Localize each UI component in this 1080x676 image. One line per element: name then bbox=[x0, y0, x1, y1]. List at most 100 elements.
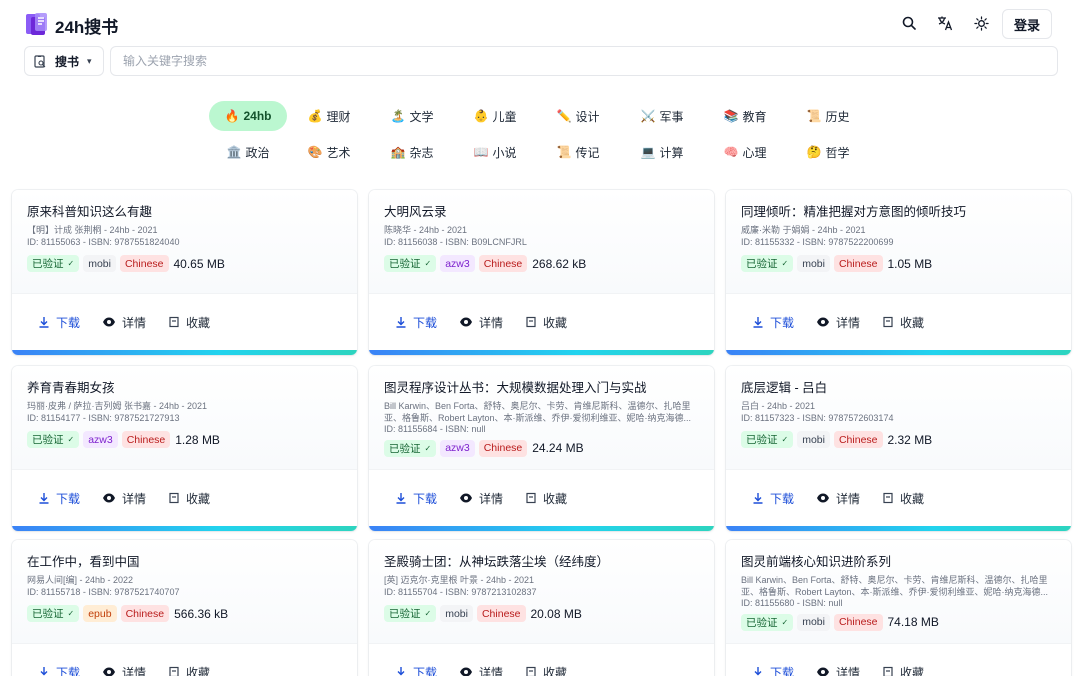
details-button[interactable]: 详情 bbox=[459, 314, 503, 331]
download-button[interactable]: 下载 bbox=[752, 490, 794, 507]
book-info: 养育青春期女孩 玛丽·皮弗 / 萨拉·吉列姆 张书嘉 - 24hb - 2021… bbox=[12, 366, 357, 469]
book-card[interactable]: 在工作中，看到中国 网易人间[编] - 24hb - 2022 ID: 8115… bbox=[12, 540, 357, 676]
card-actions: 下载 详情 收藏 bbox=[12, 469, 357, 526]
category-tab[interactable]: 🏛️ 政治 bbox=[209, 137, 287, 167]
category-tab[interactable]: ⚔️ 军事 bbox=[636, 101, 688, 131]
download-icon bbox=[395, 666, 407, 676]
format-badge: azw3 bbox=[440, 255, 475, 272]
check-icon: ✓ bbox=[424, 259, 432, 268]
category-emoji-icon: ✏️ bbox=[556, 109, 572, 123]
book-title[interactable]: 图灵前端核心知识进阶系列 bbox=[741, 554, 1056, 570]
check-icon: ✓ bbox=[67, 435, 75, 444]
category-tab[interactable]: 💰 理财 bbox=[303, 101, 355, 131]
brand-name[interactable]: 24h搜书 bbox=[55, 13, 118, 38]
search-type-select[interactable]: 搜书 ▾ bbox=[24, 46, 104, 76]
book-title[interactable]: 养育青春期女孩 bbox=[27, 380, 342, 396]
book-author-meta: Bill Karwin、Ben Forta、舒特、奥尼尔、卡劳、肯维尼斯科、温德… bbox=[384, 401, 692, 423]
download-button[interactable]: 下载 bbox=[38, 314, 80, 331]
download-button[interactable]: 下载 bbox=[395, 664, 437, 676]
download-button[interactable]: 下载 bbox=[38, 664, 80, 676]
details-button[interactable]: 详情 bbox=[102, 490, 146, 507]
details-button[interactable]: 详情 bbox=[102, 314, 146, 331]
file-size: 1.28 MB bbox=[175, 432, 220, 447]
book-id-meta: ID: 81155332 - ISBN: 9787522200699 bbox=[741, 236, 894, 247]
details-button[interactable]: 详情 bbox=[816, 664, 860, 676]
category-tab[interactable]: 📚 教育 bbox=[719, 101, 771, 131]
book-title[interactable]: 大明风云录 bbox=[384, 204, 699, 220]
category-tab[interactable]: 🏝️ 文学 bbox=[386, 101, 438, 131]
book-card[interactable]: 养育青春期女孩 玛丽·皮弗 / 萨拉·吉列姆 张书嘉 - 24hb - 2021… bbox=[12, 366, 357, 531]
book-title[interactable]: 图灵程序设计丛书：大规模数据处理入门与实战 bbox=[384, 380, 699, 396]
favorite-button[interactable]: 收藏 bbox=[525, 664, 567, 676]
book-card[interactable]: 图灵前端核心知识进阶系列 Bill Karwin、Ben Forta、舒特、奥尼… bbox=[726, 540, 1071, 676]
category-tab[interactable]: 📜 历史 bbox=[802, 101, 854, 131]
book-card[interactable]: 圣殿骑士团：从神坛跌落尘埃（经纬度） [英] 迈克尔·克里根 叶景 - 24hb… bbox=[369, 540, 714, 676]
download-icon bbox=[38, 316, 50, 328]
category-label: 设计 bbox=[575, 109, 600, 124]
category-tab[interactable]: ✏️ 设计 bbox=[552, 101, 604, 131]
download-button[interactable]: 下载 bbox=[752, 664, 794, 676]
book-card[interactable]: 底层逻辑 - 吕白 吕白 - 24hb - 2021 ID: 81157323 … bbox=[726, 366, 1071, 531]
category-tab[interactable]: 🔥 24hb bbox=[209, 101, 287, 131]
download-button[interactable]: 下载 bbox=[395, 490, 437, 507]
check-icon: ✓ bbox=[67, 609, 75, 618]
book-title[interactable]: 原来科普知识这么有趣 bbox=[27, 204, 342, 220]
details-button[interactable]: 详情 bbox=[816, 490, 860, 507]
favorite-button[interactable]: 收藏 bbox=[168, 664, 210, 676]
book-tags: 已验证 ✓ epub Chinese 566.36 kB bbox=[27, 605, 342, 622]
favorite-button[interactable]: 收藏 bbox=[168, 314, 210, 331]
book-card[interactable]: 图灵程序设计丛书：大规模数据处理入门与实战 Bill Karwin、Ben Fo… bbox=[369, 366, 714, 531]
card-accent-bar bbox=[369, 526, 714, 531]
theme-sun-icon[interactable] bbox=[972, 14, 990, 32]
category-tab[interactable]: 📖 小说 bbox=[469, 137, 521, 167]
category-tab[interactable]: 📜 传记 bbox=[552, 137, 604, 167]
download-button[interactable]: 下载 bbox=[752, 314, 794, 331]
favorite-button[interactable]: 收藏 bbox=[525, 490, 567, 507]
card-actions: 下载 详情 收藏 bbox=[369, 293, 714, 350]
search-input[interactable] bbox=[110, 46, 1058, 76]
book-tags: 已验证 ✓ mobi Chinese 20.08 MB bbox=[384, 605, 699, 622]
book-card[interactable]: 同理倾听：精准把握对方意图的倾听技巧 威廉·米勒 于娟娟 - 24hb - 20… bbox=[726, 190, 1071, 355]
category-tab[interactable]: 🎨 艺术 bbox=[303, 137, 355, 167]
favorite-button[interactable]: 收藏 bbox=[882, 664, 924, 676]
translate-icon[interactable] bbox=[936, 14, 954, 32]
details-button[interactable]: 详情 bbox=[816, 314, 860, 331]
file-size: 566.36 kB bbox=[174, 606, 229, 621]
favorite-button[interactable]: 收藏 bbox=[168, 490, 210, 507]
book-title[interactable]: 圣殿骑士团：从神坛跌落尘埃（经纬度） bbox=[384, 554, 699, 570]
category-tab[interactable]: 🧠 心理 bbox=[719, 137, 771, 167]
category-tab[interactable]: 💻 计算 bbox=[636, 137, 688, 167]
card-actions: 下载 详情 收藏 bbox=[12, 293, 357, 350]
category-emoji-icon: 📜 bbox=[556, 145, 572, 159]
book-title[interactable]: 底层逻辑 - 吕白 bbox=[741, 380, 1056, 396]
category-tab[interactable]: 👶 儿童 bbox=[469, 101, 521, 131]
favorite-button[interactable]: 收藏 bbox=[525, 314, 567, 331]
book-tags: 已验证 ✓ mobi Chinese 1.05 MB bbox=[741, 255, 1056, 272]
category-emoji-icon: 🧠 bbox=[723, 145, 739, 159]
category-tab[interactable]: 🏫 杂志 bbox=[386, 137, 438, 167]
format-badge: azw3 bbox=[440, 439, 475, 457]
download-icon bbox=[395, 316, 407, 328]
book-card[interactable]: 原来科普知识这么有趣 【明】计成 张荆桐 - 24hb - 2021 ID: 8… bbox=[12, 190, 357, 355]
book-title[interactable]: 在工作中，看到中国 bbox=[27, 554, 342, 570]
book-card[interactable]: 大明风云录 陈晓华 - 24hb - 2021 ID: 81156038 - I… bbox=[369, 190, 714, 355]
bookmark-icon bbox=[168, 666, 180, 676]
details-button[interactable]: 详情 bbox=[459, 664, 503, 676]
book-id-meta: ID: 81155063 - ISBN: 9787551824040 bbox=[27, 236, 180, 247]
book-title[interactable]: 同理倾听：精准把握对方意图的倾听技巧 bbox=[741, 204, 1056, 220]
download-button[interactable]: 下载 bbox=[38, 490, 80, 507]
category-emoji-icon: 💰 bbox=[307, 109, 323, 123]
search-icon[interactable] bbox=[900, 14, 918, 32]
category-tab[interactable]: 🤔 哲学 bbox=[802, 137, 854, 167]
verified-label: 已验证 bbox=[32, 434, 64, 446]
favorite-button[interactable]: 收藏 bbox=[882, 314, 924, 331]
login-button[interactable]: 登录 bbox=[1002, 9, 1052, 39]
logo-icon[interactable] bbox=[24, 11, 50, 37]
details-button[interactable]: 详情 bbox=[102, 664, 146, 676]
details-button[interactable]: 详情 bbox=[459, 490, 503, 507]
download-button[interactable]: 下载 bbox=[395, 314, 437, 331]
favorite-button[interactable]: 收藏 bbox=[882, 490, 924, 507]
category-emoji-icon: 📜 bbox=[806, 109, 822, 123]
book-info: 原来科普知识这么有趣 【明】计成 张荆桐 - 24hb - 2021 ID: 8… bbox=[12, 190, 357, 293]
book-author-meta: Bill Karwin、Ben Forta、舒特、奥尼尔、卡劳、肯维尼斯科、温德… bbox=[741, 575, 1049, 597]
